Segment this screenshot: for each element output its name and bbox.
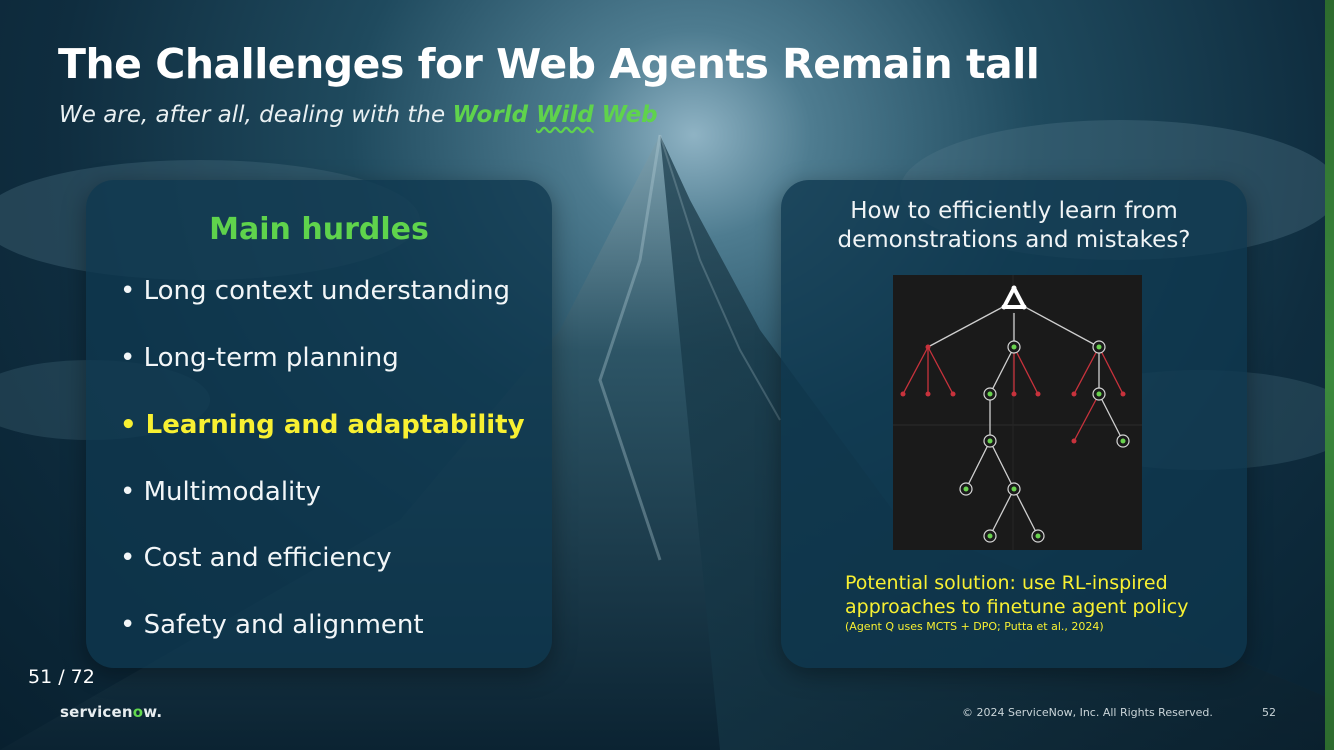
question-line: How to efficiently learn from (850, 198, 1178, 224)
slide-subtitle: We are, after all, dealing with the Worl… (59, 102, 658, 128)
hurdles-title: Main hurdles (209, 212, 429, 247)
question-text: How to efficiently learn from demonstrat… (781, 197, 1247, 255)
root-logo-icon (1000, 285, 1028, 313)
slide: The Challenges for Web Agents Remain tal… (0, 0, 1334, 750)
brand-text-end: w. (143, 703, 163, 721)
hurdle-item: • Safety and alignment (120, 610, 424, 640)
search-tree-diagram (893, 275, 1142, 550)
slide-number: 52 (1262, 706, 1276, 719)
solution-card: How to efficiently learn from demonstrat… (781, 180, 1247, 668)
slide-title: The Challenges for Web Agents Remain tal… (58, 40, 1040, 88)
solution-line: approaches to finetune agent policy (845, 596, 1189, 618)
success-nodes (959, 340, 1130, 543)
hurdle-item: • Long-term planning (120, 343, 399, 373)
solution-line: Potential solution: use RL-inspired (845, 572, 1168, 594)
brand-text: servicen (60, 703, 133, 721)
subtitle-highlight-wild: Wild (536, 102, 594, 128)
hurdles-card: Main hurdles • Long context understandin… (86, 180, 552, 668)
copyright-text: © 2024 ServiceNow, Inc. All Rights Reser… (962, 706, 1213, 719)
servicenow-logo-icon: servicenow. (60, 703, 162, 721)
solution-text: Potential solution: use RL-inspired appr… (845, 571, 1188, 619)
search-tree-svg (893, 275, 1142, 550)
subtitle-highlight: World Wild Web (452, 102, 657, 128)
subtitle-prefix: We are, after all, dealing with the (59, 102, 453, 128)
hurdle-item-highlighted: • Learning and adaptability (120, 410, 525, 440)
hurdle-item: • Cost and efficiency (120, 543, 392, 573)
question-line: demonstrations and mistakes? (837, 227, 1191, 253)
right-accent-bar (1325, 0, 1334, 750)
subtitle-highlight-web: Web (593, 102, 658, 128)
subtitle-highlight-world: World (452, 102, 537, 128)
hurdle-item: • Long context understanding (120, 276, 511, 306)
page-counter: 51 / 72 (28, 666, 95, 688)
citation-text: (Agent Q uses MCTS + DPO; Putta et al., … (845, 620, 1104, 633)
brand-o: o (132, 703, 144, 721)
hurdle-item: • Multimodality (120, 477, 321, 507)
